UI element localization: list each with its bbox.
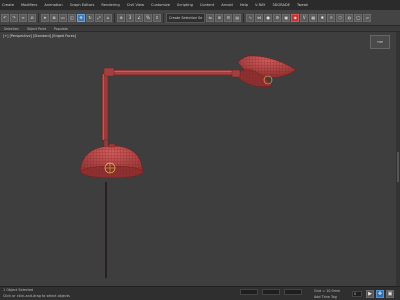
select-by-name-icon[interactable]: ≣: [50, 13, 58, 22]
schematic-view-icon[interactable]: ⋈: [255, 13, 264, 22]
scrollbar-thumb[interactable]: [397, 152, 399, 182]
maximize-viewport-icon[interactable]: ▣: [386, 290, 394, 298]
align-icon[interactable]: ⊞: [215, 13, 224, 22]
menu-item-rendering[interactable]: Rendering: [101, 3, 119, 7]
percent-snap-icon[interactable]: %: [144, 13, 152, 22]
separator: [38, 12, 39, 23]
frame-field[interactable]: 0: [352, 291, 362, 297]
menu-item-animation[interactable]: Animation: [44, 3, 62, 7]
select-and-scale-icon[interactable]: ⤢: [95, 13, 103, 22]
arm-joint: [103, 67, 115, 77]
material-editor-icon[interactable]: ●: [264, 13, 273, 22]
right-lamp-shade[interactable]: [231, 55, 297, 88]
z-coord-field[interactable]: [284, 289, 302, 295]
select-and-move-icon[interactable]: ✥: [77, 13, 85, 22]
vray-proxy-icon[interactable]: ◍: [345, 13, 354, 22]
menu-item-modifiers[interactable]: Modifiers: [21, 3, 37, 7]
link-icon[interactable]: ∞: [19, 13, 27, 22]
prompt-line: Click or click-and-drag to select object…: [3, 294, 70, 298]
lamp-vertical-rod[interactable]: [101, 73, 109, 141]
menu-item-content[interactable]: Content: [200, 3, 214, 7]
menu-item-help[interactable]: Help: [240, 3, 248, 7]
angle-snap-icon[interactable]: ∠: [135, 13, 143, 22]
snap-toggle-icon[interactable]: 3: [126, 13, 134, 22]
left-lamp-shade[interactable]: [79, 143, 144, 179]
menu-item-graph-editors[interactable]: Graph Editors: [70, 3, 95, 7]
render-production-icon[interactable]: ◆: [291, 13, 300, 22]
menu-item-v-ray[interactable]: V-RAY: [255, 3, 265, 7]
ribbon-tab-object-paint[interactable]: Object Paint: [27, 27, 46, 31]
status-bar: 1 Object Selected Click or click-and-dra…: [0, 286, 400, 300]
select-and-place-icon[interactable]: ⌂: [104, 13, 112, 22]
menu-item-create[interactable]: Create: [2, 3, 14, 7]
rendered-frame-window-icon[interactable]: ▣: [282, 13, 291, 22]
perspective-viewport[interactable]: [+] [Perspective] [Standard] [Edged Face…: [0, 32, 396, 286]
selection-info: 1 Object Selected: [3, 288, 34, 292]
vray-sphere-icon[interactable]: ◯: [354, 13, 363, 22]
ribbon-tab-populate[interactable]: Populate: [54, 27, 68, 31]
x-coord-field[interactable]: [240, 289, 258, 295]
curve-editor-icon[interactable]: ∿: [246, 13, 255, 22]
menu-item-3dgrade[interactable]: 3DGRADE: [272, 3, 290, 7]
vray-frame-buffer-icon[interactable]: ▦: [309, 13, 318, 22]
vray-icon[interactable]: V: [300, 13, 309, 22]
menu-bar: Create Modifiers Animation Graph Editors Ren…: [0, 0, 400, 10]
rect-selection-icon[interactable]: ▭: [59, 13, 67, 22]
y-coord-field[interactable]: [262, 289, 280, 295]
menu-item-tweak[interactable]: Tweak: [297, 3, 308, 7]
select-object-icon[interactable]: ➤: [41, 13, 49, 22]
pivot-center-icon[interactable]: ⊕: [117, 13, 125, 22]
toggle-ribbon-icon[interactable]: ▤: [233, 13, 242, 22]
menu-item-civil-view[interactable]: Civil View: [127, 3, 144, 7]
separator: [114, 12, 115, 23]
unlink-icon[interactable]: ⊘: [28, 13, 36, 22]
grid-size: Grid = 10.0mm: [314, 289, 341, 293]
menu-item-arnold[interactable]: Arnold: [221, 3, 233, 7]
pan-icon[interactable]: ✚: [376, 290, 384, 298]
window-crossing-icon[interactable]: ◫: [68, 13, 76, 22]
right-panel-edge[interactable]: [396, 32, 400, 286]
menu-item-scripting[interactable]: Scripting: [177, 3, 193, 7]
scene-render: [79, 55, 297, 278]
vray-light-icon[interactable]: ✱: [318, 13, 327, 22]
vray-sun-icon[interactable]: ☼: [327, 13, 336, 22]
main-toolbar: ↶ ↷ ∞ ⊘ ➤ ≣ ▭ ◫ ✥ ↻ ⤢ ⌂ ⊕ 3 ∠ % ⇕ Create…: [0, 10, 400, 26]
separator: [243, 12, 245, 23]
vray-plane-icon[interactable]: ▱: [363, 13, 372, 22]
render-setup-icon[interactable]: ⚙: [273, 13, 282, 22]
redo-icon[interactable]: ↷: [10, 13, 18, 22]
ribbon-tab-selection[interactable]: Selection: [4, 27, 19, 31]
menu-item-customize[interactable]: Customize: [151, 3, 170, 7]
spinner-snap-icon[interactable]: ⇕: [153, 13, 161, 22]
separator: [163, 12, 164, 23]
undo-icon[interactable]: ↶: [1, 13, 9, 22]
play-icon[interactable]: ▶: [366, 290, 374, 298]
select-and-rotate-icon[interactable]: ↻: [86, 13, 94, 22]
add-time-tag[interactable]: Add Time Tag: [314, 295, 337, 299]
mirror-icon[interactable]: ⇋: [206, 13, 215, 22]
lamp-horizontal-arm[interactable]: [103, 67, 235, 77]
named-selection-set-dropdown[interactable]: Create Selection Se: [166, 12, 206, 23]
vray-mesh-export-icon[interactable]: ⬡: [336, 13, 345, 22]
layer-explorer-icon[interactable]: ☰: [224, 13, 233, 22]
